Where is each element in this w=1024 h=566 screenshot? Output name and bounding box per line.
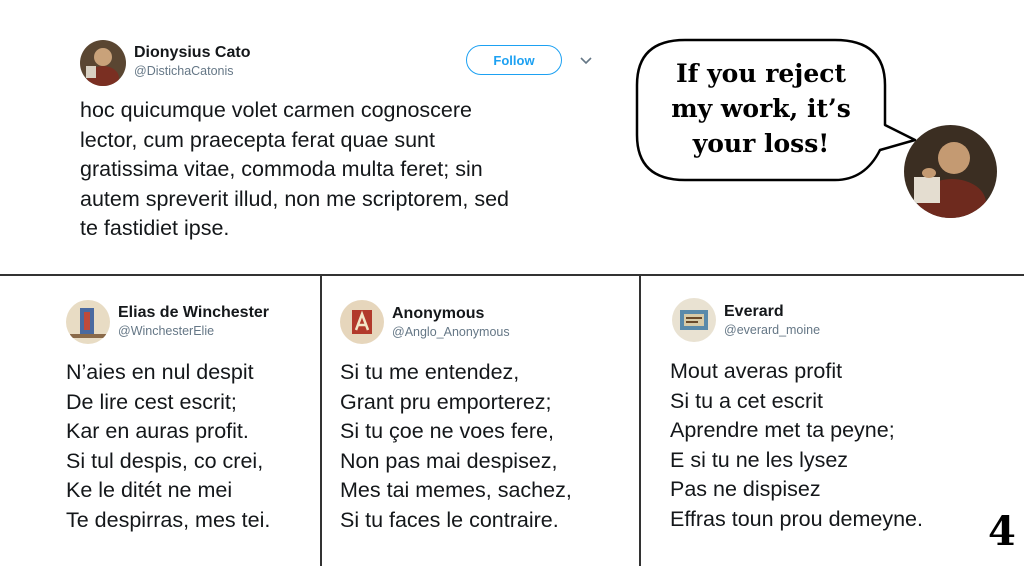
tweet-line: gratissima vitae, commoda multa feret; s… <box>80 157 483 181</box>
tweet-text: hoc quicumque volet carmen cognoscere le… <box>80 96 509 244</box>
divider-horizontal <box>0 274 1024 276</box>
tweet-text: Si tu me entendez, Grant pru emporterez;… <box>340 358 572 535</box>
chevron-down-icon[interactable] <box>578 52 594 68</box>
avatar[interactable] <box>80 40 126 86</box>
tweet-line: Kar en auras profit. <box>66 419 249 443</box>
tweet-line: te fastidiet ipse. <box>80 216 230 240</box>
tweet-line: Grant pru emporterez; <box>340 389 552 414</box>
author-handle[interactable]: @Anglo_Anonymous <box>392 325 510 339</box>
author-portrait-image <box>80 40 126 86</box>
bubble-line: your loss! <box>692 129 830 158</box>
avatar[interactable] <box>340 300 384 344</box>
tweet-line: N’aies en nul despit <box>66 360 254 384</box>
tweet-line: Non pas mai despisez, <box>340 448 558 473</box>
tweet-line: Pas ne dispisez <box>670 477 821 501</box>
tweet-line: Si tu çoe ne voes fere, <box>340 419 554 443</box>
tweet-line: Si tul despis, co crei, <box>66 448 264 473</box>
tweet-line: E si tu ne les lysez <box>670 447 849 472</box>
tweet-line: Effras toun prou demeyne. <box>670 506 923 531</box>
cato-portrait <box>904 125 997 218</box>
avatar[interactable] <box>66 300 110 344</box>
tweet-line: Aprendre met ta peyne; <box>670 418 895 442</box>
follow-button[interactable]: Follow <box>466 45 562 75</box>
illuminated-letter-avatar-image <box>340 300 384 344</box>
tweet-line: Te despirras, mes tei. <box>66 507 271 532</box>
tweet-text: N’aies en nul despit De lire cest escrit… <box>66 358 270 535</box>
author-name[interactable]: Anonymous <box>392 305 484 323</box>
tweet-line: Si tu a cet escrit <box>670 388 823 413</box>
divider-vertical <box>320 275 322 566</box>
tweet-line: Mout averas profit <box>670 359 843 383</box>
manuscript-avatar-image <box>672 298 716 342</box>
author-name[interactable]: Elias de Winchester <box>118 304 269 322</box>
tweet-text: Mout averas profit Si tu a cet escrit Ap… <box>670 357 923 534</box>
tweet-line: lector, cum praecepta ferat quae sunt <box>80 127 435 152</box>
tweet-line: autem spreverit illud, non me scriptorem… <box>80 186 509 211</box>
divider-vertical <box>639 275 641 566</box>
tweet-line: hoc quicumque volet carmen cognoscere <box>80 98 472 122</box>
tweet-line: Mes tai memes, sachez, <box>340 478 572 502</box>
bubble-line: my work, it’s <box>671 94 851 123</box>
tweet-line: De lire cest escrit; <box>66 389 237 414</box>
author-name[interactable]: Dionysius Cato <box>134 44 250 62</box>
author-handle[interactable]: @WinchesterElie <box>118 324 214 338</box>
cato-portrait-image <box>904 125 997 218</box>
author-handle[interactable]: @everard_moine <box>724 323 820 337</box>
tweet-line: Si tu faces le contraire. <box>340 507 559 532</box>
manuscript-avatar-image <box>66 300 110 344</box>
avatar[interactable] <box>672 298 716 342</box>
page-number: 4 <box>988 508 1016 555</box>
tweet-line: Ke le ditét ne mei <box>66 478 233 502</box>
speech-bubble-text: If you reject my work, it’s your loss! <box>650 56 872 161</box>
bubble-line: If you reject <box>675 59 847 88</box>
author-handle[interactable]: @DistichaCatonis <box>134 64 234 78</box>
author-name[interactable]: Everard <box>724 303 784 321</box>
tweet-line: Si tu me entendez, <box>340 360 520 384</box>
